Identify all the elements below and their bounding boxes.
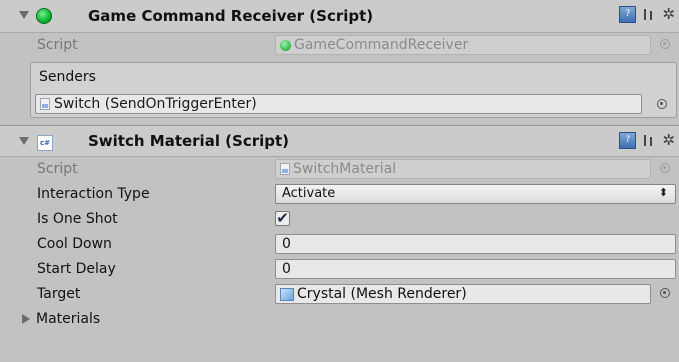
- is-one-shot-label: Is One Shot: [37, 211, 118, 227]
- object-picker-icon: [660, 163, 670, 173]
- is-one-shot-checkbox[interactable]: ✔: [275, 211, 290, 226]
- materials-label: Materials: [36, 311, 101, 327]
- preset-icon[interactable]: [642, 7, 656, 22]
- senders-list: Senders Switch (SendOnTriggerEnter): [30, 62, 677, 118]
- component-header[interactable]: c# Switch Material (Script) ? ✲: [0, 125, 679, 157]
- interaction-type-row: Interaction Type Activate ⬍: [0, 182, 679, 207]
- help-book-icon[interactable]: ?: [619, 132, 637, 149]
- target-label: Target: [37, 286, 81, 302]
- preset-icon[interactable]: [642, 133, 656, 148]
- script-row: Script SwitchMaterial: [0, 157, 679, 182]
- gear-icon[interactable]: ✲: [662, 133, 675, 148]
- script-field-value: SwitchMaterial: [293, 161, 397, 177]
- mesh-renderer-icon: [280, 287, 294, 301]
- component-switch-material: c# Switch Material (Script) ? ✲ Script S…: [0, 125, 679, 332]
- cool-down-label: Cool Down: [37, 236, 112, 252]
- component-title: Game Command Receiver (Script): [88, 7, 374, 25]
- script-label: Script: [37, 37, 78, 53]
- object-picker-icon: [660, 39, 670, 49]
- foldout-arrow-icon[interactable]: [22, 314, 30, 324]
- sender-asset-icon: [40, 98, 50, 110]
- csharp-script-icon: c#: [37, 135, 53, 151]
- foldout-arrow-icon[interactable]: [19, 137, 29, 145]
- target-row: Target Crystal (Mesh Renderer): [0, 282, 679, 307]
- target-value: Crystal (Mesh Renderer): [297, 286, 467, 302]
- script-enabled-icon: [36, 8, 52, 24]
- script-field-value: GameCommandReceiver: [294, 37, 469, 53]
- start-delay-label: Start Delay: [37, 261, 116, 277]
- script-row: Script GameCommandReceiver: [0, 33, 679, 58]
- cool-down-row: Cool Down 0: [0, 232, 679, 257]
- foldout-arrow-icon[interactable]: [19, 11, 29, 19]
- help-book-icon[interactable]: ?: [619, 6, 637, 23]
- senders-label: Senders: [39, 69, 96, 85]
- script-field: SwitchMaterial: [275, 159, 651, 179]
- script-field: GameCommandReceiver: [275, 35, 651, 55]
- target-field[interactable]: Crystal (Mesh Renderer): [275, 284, 651, 304]
- interaction-type-dropdown[interactable]: Activate ⬍: [275, 184, 676, 204]
- component-header[interactable]: Game Command Receiver (Script) ? ✲: [0, 0, 679, 33]
- start-delay-row: Start Delay 0: [0, 257, 679, 282]
- start-delay-field[interactable]: 0: [275, 259, 676, 279]
- component-game-command-receiver: Game Command Receiver (Script) ? ✲ Scrip…: [0, 0, 679, 125]
- interaction-type-value: Activate: [282, 186, 336, 201]
- cool-down-field[interactable]: 0: [275, 234, 676, 254]
- object-picker-icon[interactable]: [660, 288, 670, 298]
- senders-item-value: Switch (SendOnTriggerEnter): [54, 96, 257, 112]
- materials-row[interactable]: Materials: [0, 307, 679, 332]
- script-asset-icon: [280, 163, 290, 175]
- script-label: Script: [37, 161, 78, 177]
- interaction-type-label: Interaction Type: [37, 186, 150, 202]
- component-title: Switch Material (Script): [88, 132, 290, 150]
- senders-item-field[interactable]: Switch (SendOnTriggerEnter): [35, 94, 642, 114]
- is-one-shot-row: Is One Shot ✔: [0, 207, 679, 232]
- object-picker-icon[interactable]: [657, 99, 667, 109]
- script-asset-icon: [280, 39, 291, 51]
- dropdown-arrow-icon: ⬍: [658, 186, 668, 199]
- gear-icon[interactable]: ✲: [662, 7, 675, 22]
